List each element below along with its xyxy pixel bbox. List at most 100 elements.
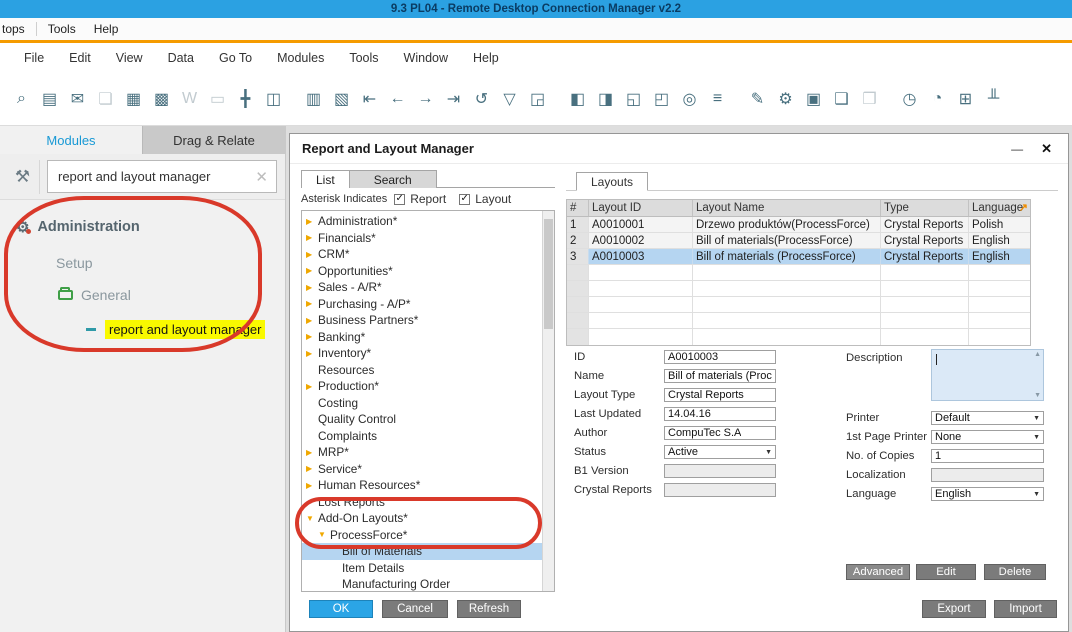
tree-item[interactable]: Administration* (302, 213, 542, 230)
tree-item[interactable]: CRM* (302, 246, 542, 263)
email-icon[interactable]: ✉ (68, 88, 87, 110)
column-header[interactable]: Layout Name (693, 200, 881, 216)
field-input[interactable]: None ▼ (931, 430, 1044, 444)
tree-item[interactable]: Costing (302, 395, 542, 412)
field-input[interactable]: Active ▼ (664, 445, 776, 459)
table-row[interactable] (567, 313, 1030, 329)
tree-arrow-icon[interactable] (306, 349, 318, 358)
tab-search[interactable]: Search (350, 170, 437, 188)
field-input[interactable]: ▼ (931, 468, 1044, 482)
description-textarea[interactable]: ▲ ▼ (931, 349, 1044, 401)
tree-item[interactable]: Purchasing - A/P* (302, 296, 542, 313)
delete-button[interactable]: Delete (984, 564, 1046, 580)
sidebar-item-general[interactable]: General (0, 282, 285, 308)
app-menu-item[interactable]: Data (168, 51, 194, 65)
menu-desktops[interactable]: tops (0, 22, 34, 36)
import-button[interactable]: Import (994, 600, 1057, 618)
find-form-icon[interactable]: ◲ (528, 88, 547, 110)
dropdown-caret-icon[interactable]: ▼ (1033, 434, 1040, 441)
tree-arrow-icon[interactable] (306, 316, 318, 325)
field-input[interactable]: 1 ▼ (931, 449, 1044, 463)
sidebar-item-administration[interactable]: ⚙ Administration (0, 214, 285, 240)
tab-drag-relate[interactable]: Drag & Relate (142, 126, 285, 154)
tree-item[interactable]: Banking* (302, 329, 542, 346)
print-icon[interactable]: ▤ (40, 88, 59, 110)
field-input[interactable]: ▼ (664, 464, 776, 478)
minimize-button[interactable]: — (1003, 142, 1031, 156)
tree-item-add-on-layouts[interactable]: Add-On Layouts* (302, 510, 542, 527)
form-settings-icon[interactable]: ▣ (804, 88, 823, 110)
dropdown-caret-icon[interactable]: ▼ (1033, 415, 1040, 422)
tree-arrow-icon[interactable] (306, 448, 318, 457)
cancel-button[interactable]: Cancel (382, 600, 448, 618)
tree-scrollbar[interactable] (542, 211, 554, 591)
field-input[interactable]: A0010003 ▼ (664, 350, 776, 364)
tree-item[interactable]: Complaints (302, 428, 542, 445)
tree-item[interactable]: Opportunities* (302, 263, 542, 280)
app-menu-item[interactable]: Window (404, 51, 448, 65)
Bill of materials(ProcessForce)[interactable]: 2 A0010002 Bill of materials(ProcessForc… (567, 233, 1030, 249)
Drzewo produktów(ProcessForce)[interactable]: 1 A0010001 Drzewo produktów(ProcessForce… (567, 217, 1030, 233)
previous-record-icon[interactable]: ← (388, 88, 407, 110)
relationship-map-icon[interactable]: ◎ (680, 88, 699, 110)
tree-item[interactable]: Inventory* (302, 345, 542, 362)
journal-entry-icon[interactable]: ▧ (332, 88, 351, 110)
export-pdf-icon[interactable]: ▭ (208, 88, 227, 110)
column-header[interactable]: Layout ID (589, 200, 693, 216)
export-word-icon[interactable]: W (180, 88, 199, 110)
find-icon[interactable]: ⌕ (12, 88, 31, 110)
tree-item-bill-of-materials[interactable]: Bill of Materials (302, 543, 542, 560)
field-input[interactable]: Bill of materials (ProcessF ▼ (664, 369, 776, 383)
tree-arrow-icon[interactable] (306, 250, 318, 259)
alarm-icon[interactable]: ◔ (928, 88, 947, 110)
close-button[interactable]: ✕ (1031, 141, 1056, 157)
messages-icon[interactable]: ❒ (860, 88, 879, 110)
filter-icon[interactable]: ▽ (500, 88, 519, 110)
app-menu-item[interactable]: Go To (219, 51, 252, 65)
form-grid-icon[interactable]: ◫ (264, 88, 283, 110)
refresh-button[interactable]: Refresh (457, 600, 521, 618)
menu-help[interactable]: Help (85, 22, 128, 36)
layout-checkbox[interactable] (459, 194, 470, 205)
field-input[interactable]: ▼ (664, 483, 776, 497)
table-row[interactable] (567, 297, 1030, 313)
scroll-up-icon[interactable]: ▲ (1034, 351, 1041, 358)
tree-arrow-icon[interactable] (306, 481, 318, 490)
menu-tools[interactable]: Tools (39, 22, 85, 36)
app-menu-item[interactable]: Modules (277, 51, 324, 65)
tree-arrow-icon[interactable] (306, 332, 318, 341)
tree-arrow-icon[interactable] (306, 266, 318, 275)
clear-search-icon[interactable]: ✕ (255, 168, 268, 186)
target-document-icon[interactable]: ◰ (652, 88, 671, 110)
module-search[interactable]: ✕ (47, 160, 277, 193)
previous-window-icon[interactable]: ◧ (568, 88, 587, 110)
search-input[interactable] (56, 168, 251, 185)
clock-icon[interactable]: ◷ (900, 88, 919, 110)
field-input[interactable]: English ▼ (931, 487, 1044, 501)
tree-arrow-icon[interactable] (306, 283, 318, 292)
payment-means-icon[interactable]: ▥ (304, 88, 323, 110)
dropdown-caret-icon[interactable]: ▼ (765, 449, 772, 456)
expand-grid-icon[interactable]: ↗ (1019, 201, 1028, 214)
app-menu-item[interactable]: View (116, 51, 143, 65)
wrench-icon[interactable]: ⚒ (6, 160, 40, 194)
export-excel-icon[interactable]: ▩ (152, 88, 171, 110)
tree-arrow-icon[interactable] (306, 514, 318, 523)
crosshair-icon[interactable]: ╋ (236, 88, 255, 110)
copy-table-icon[interactable]: ▦ (124, 88, 143, 110)
export-button[interactable]: Export (922, 600, 986, 618)
field-input[interactable]: CompuTec S.A ▼ (664, 426, 776, 440)
refresh-icon[interactable]: ↺ (472, 88, 491, 110)
tree-arrow-icon[interactable] (306, 233, 318, 242)
tree-item[interactable]: Human Resources* (302, 477, 542, 494)
org-chart-icon[interactable]: ╨ (984, 88, 1003, 110)
edit-icon[interactable]: ✎ (748, 88, 767, 110)
tree-item[interactable]: Resources (302, 362, 542, 379)
first-record-icon[interactable]: ⇤ (360, 88, 379, 110)
table-row[interactable] (567, 265, 1030, 281)
settings-icon[interactable]: ⚙ (776, 88, 795, 110)
tree-item[interactable]: Business Partners* (302, 312, 542, 329)
tab-list[interactable]: List (301, 170, 350, 188)
print-preview-icon[interactable]: ❏ (96, 88, 115, 110)
calendar-icon[interactable]: ⊞ (956, 88, 975, 110)
